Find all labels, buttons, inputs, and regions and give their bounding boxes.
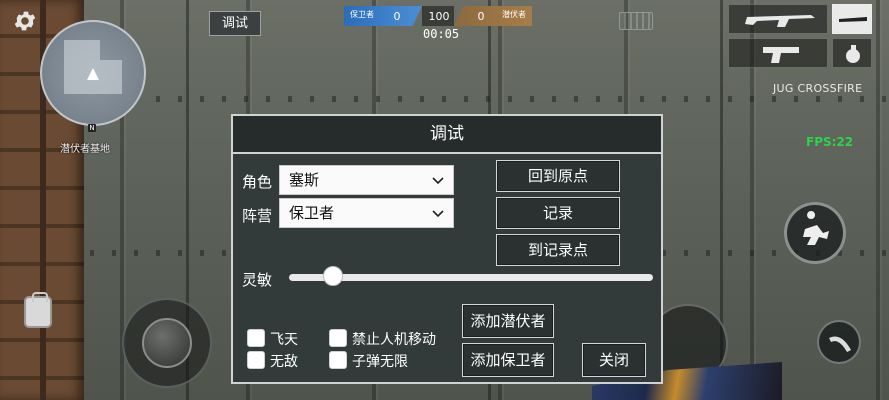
right-team-name: 潜伏者 [502,10,526,19]
left-team-score: 0 [393,10,401,23]
infinite-ammo-checkbox[interactable] [329,351,347,369]
invincible-label: 无敌 [270,354,298,370]
player-marker-icon [87,68,99,80]
close-button[interactable]: 关闭 [582,343,646,377]
chevron-down-icon [432,177,444,185]
score-target: 100 [428,10,450,23]
chevron-down-icon [432,210,444,218]
camp-label: 阵营 [242,207,273,225]
minimap-building [64,40,100,94]
fly-label: 飞天 [270,332,298,348]
dialog-header: 调试 [233,116,661,154]
movement-joystick[interactable] [122,298,212,388]
left-team-name: 保卫者 [350,10,374,19]
debug-dialog: 调试 角色 塞斯 阵营 保卫者 回到原点 记录 到记录点 灵敏 飞天 禁止人机移… [231,114,663,384]
to-record-point-button[interactable]: 到记录点 [496,234,620,266]
sensitivity-slider[interactable] [289,274,653,281]
sensitivity-label: 灵敏 [242,271,273,289]
knife-icon [839,17,867,22]
wall-rivets [90,96,889,102]
freeze-bots-label: 禁止人机移动 [352,332,436,348]
camp-select[interactable]: 保卫者 [279,198,454,228]
minimap-north-marker: N [88,124,96,132]
invincible-checkbox[interactable] [247,351,265,369]
fly-checkbox[interactable] [247,329,265,347]
rifle-icon [745,15,815,27]
joystick-knob[interactable] [142,318,192,368]
minimap[interactable] [40,20,146,126]
round-timer: 00:05 [423,27,460,41]
backpack-icon[interactable] [24,292,52,328]
fps-counter: FPS:22 [806,135,854,149]
add-lurker-button[interactable]: 添加潜伏者 [462,304,554,338]
gear-icon[interactable] [12,8,38,34]
minimap-building [100,60,122,94]
weapon-slots [728,4,874,68]
role-select[interactable]: 塞斯 [279,165,454,195]
camp-select-value: 保卫者 [289,204,335,222]
weapon-slot-pistol[interactable] [728,38,828,68]
jump-icon [803,211,829,245]
weapon-slot-grenade[interactable] [832,38,872,68]
freeze-bots-checkbox[interactable] [329,329,347,347]
add-defender-button[interactable]: 添加保卫者 [462,343,554,377]
sensitivity-slider-thumb[interactable] [322,266,343,286]
debug-button[interactable]: 调试 [209,11,261,36]
record-button[interactable]: 记录 [496,197,620,229]
pistol-icon [763,47,799,63]
game-tag: JUG CROSSFIRE [773,82,863,95]
back-to-origin-button[interactable]: 回到原点 [496,160,620,192]
jump-button[interactable] [784,202,846,264]
infinite-ammo-label: 子弹无限 [352,354,408,370]
grenade-icon [846,45,860,63]
keyboard-icon[interactable] [619,12,653,30]
dialog-title: 调试 [430,124,464,144]
weapon-slot-knife[interactable] [832,4,872,34]
weapon-slot-rifle[interactable] [728,4,828,34]
right-team-score: 0 [477,10,485,23]
role-label: 角色 [242,173,273,191]
knife-icon [829,336,851,352]
knife-attack-button[interactable] [817,320,861,364]
role-select-value: 塞斯 [289,171,320,189]
map-name: 潜伏者基地 [60,144,110,155]
scoreboard: 保卫者 0 100 0 潜伏者 [344,6,532,26]
